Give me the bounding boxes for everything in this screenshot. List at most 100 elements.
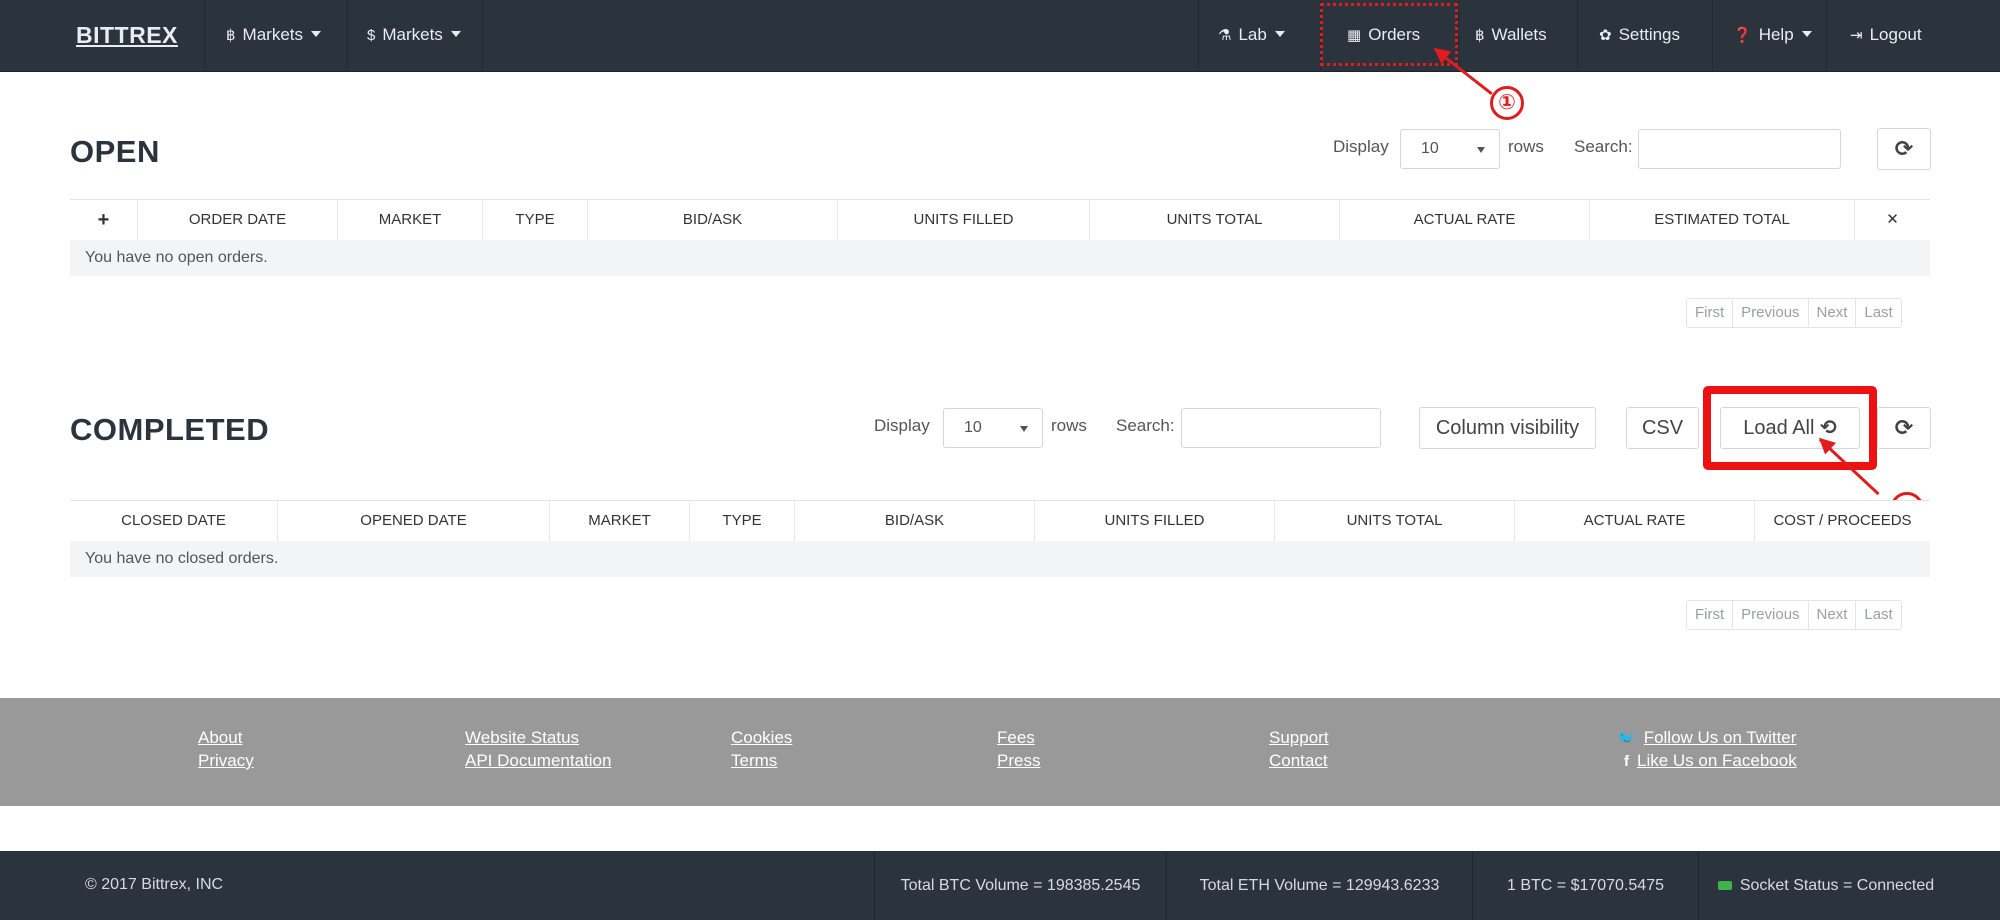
flask-icon: ⚗ bbox=[1218, 27, 1232, 44]
open-col-expand[interactable]: + bbox=[70, 200, 138, 240]
annotation-marker-1: ① bbox=[1490, 86, 1524, 120]
completed-rows-select[interactable]: 10 bbox=[943, 408, 1043, 448]
open-page-previous[interactable]: Previous bbox=[1733, 299, 1809, 327]
open-col-order-date[interactable]: ORDER DATE bbox=[138, 200, 338, 240]
completed-col-bid-ask[interactable]: BID/ASK bbox=[795, 501, 1035, 541]
nav-usd-markets[interactable]: $ Markets bbox=[367, 22, 461, 48]
completed-rows-label: rows bbox=[1051, 416, 1087, 435]
top-navbar: BITTREX ฿ Markets $ Markets ⚗ Lab ▦ Orders ฿… bbox=[0, 0, 2000, 72]
nav-usd-markets-label: Markets bbox=[382, 25, 443, 44]
csv-export-button[interactable]: CSV bbox=[1626, 407, 1699, 449]
completed-col-closed-date[interactable]: CLOSED DATE bbox=[70, 501, 278, 541]
brand-logo[interactable]: BITTREX bbox=[76, 22, 178, 49]
completed-refresh-button[interactable]: ⟳ bbox=[1877, 407, 1931, 449]
facebook-link-label: Like Us on Facebook bbox=[1637, 751, 1797, 770]
nav-lab-label: Lab bbox=[1238, 25, 1267, 44]
completed-col-units-filled[interactable]: UNITS FILLED bbox=[1035, 501, 1275, 541]
nav-help[interactable]: ❓ Help bbox=[1733, 22, 1812, 48]
footer-link-twitter[interactable]: 🐦 Follow Us on Twitter bbox=[1617, 728, 1796, 748]
footer-link-website-status[interactable]: Website Status bbox=[465, 728, 579, 748]
footer-link-support[interactable]: Support bbox=[1269, 728, 1329, 748]
nav-divider bbox=[347, 0, 348, 72]
chevron-down-icon bbox=[1274, 30, 1285, 37]
open-col-units-total[interactable]: UNITS TOTAL bbox=[1090, 200, 1340, 240]
question-circle-icon: ❓ bbox=[1733, 27, 1752, 44]
nav-btc-markets-label: Markets bbox=[242, 25, 304, 44]
completed-page-first[interactable]: First bbox=[1687, 601, 1734, 629]
footer-link-contact[interactable]: Contact bbox=[1269, 751, 1328, 771]
chevron-down-icon bbox=[311, 30, 322, 37]
nav-wallets[interactable]: ฿ Wallets bbox=[1475, 22, 1547, 48]
footer-link-api-documentation[interactable]: API Documentation bbox=[465, 751, 611, 771]
completed-col-opened-date[interactable]: OPENED DATE bbox=[278, 501, 550, 541]
completed-empty-row: You have no closed orders. bbox=[70, 541, 1930, 577]
nav-logout[interactable]: ⇥ Logout bbox=[1850, 22, 1922, 48]
open-rows-select[interactable]: 10 bbox=[1400, 129, 1500, 169]
nav-divider bbox=[1577, 0, 1578, 72]
nav-divider bbox=[1712, 0, 1713, 72]
open-col-bid-ask[interactable]: BID/ASK bbox=[588, 200, 838, 240]
status-bar: © 2017 Bittrex, INC Total BTC Volume = 1… bbox=[0, 851, 2000, 920]
open-rows-value: 10 bbox=[1421, 140, 1439, 157]
twitter-link-label: Follow Us on Twitter bbox=[1643, 728, 1797, 747]
completed-page-last[interactable]: Last bbox=[1856, 601, 1900, 629]
open-page-next[interactable]: Next bbox=[1809, 299, 1857, 327]
footer-link-cookies[interactable]: Cookies bbox=[731, 728, 792, 748]
open-col-estimated-total[interactable]: ESTIMATED TOTAL bbox=[1590, 200, 1855, 240]
completed-table-header: CLOSED DATE OPENED DATE MARKET TYPE BID/… bbox=[70, 500, 1930, 541]
nav-divider bbox=[1826, 0, 1827, 72]
dollar-icon: $ bbox=[367, 27, 376, 44]
footer-link-about[interactable]: About bbox=[198, 728, 242, 748]
open-pagination: First Previous Next Last bbox=[1686, 298, 1902, 328]
twitter-icon: 🐦 bbox=[1617, 730, 1636, 747]
completed-page-previous[interactable]: Previous bbox=[1733, 601, 1809, 629]
footer-link-terms[interactable]: Terms bbox=[731, 751, 777, 771]
completed-col-cost-proceeds[interactable]: COST / PROCEEDS bbox=[1755, 501, 1930, 541]
footer-link-press[interactable]: Press bbox=[997, 751, 1040, 771]
open-col-units-filled[interactable]: UNITS FILLED bbox=[838, 200, 1090, 240]
open-section-title: OPEN bbox=[70, 134, 160, 169]
open-col-actual-rate[interactable]: ACTUAL RATE bbox=[1340, 200, 1590, 240]
gear-icon: ✿ bbox=[1599, 27, 1612, 44]
nav-settings[interactable]: ✿ Settings bbox=[1599, 22, 1680, 48]
completed-rows-value: 10 bbox=[964, 419, 982, 436]
completed-col-market[interactable]: MARKET bbox=[550, 501, 690, 541]
nav-help-label: Help bbox=[1758, 25, 1794, 44]
nav-settings-label: Settings bbox=[1618, 25, 1681, 44]
footer-link-facebook[interactable]: f Like Us on Facebook bbox=[1624, 751, 1797, 771]
open-col-type[interactable]: TYPE bbox=[483, 200, 588, 240]
completed-col-units-total[interactable]: UNITS TOTAL bbox=[1275, 501, 1515, 541]
nav-divider bbox=[482, 0, 483, 72]
nav-btc-markets[interactable]: ฿ Markets bbox=[226, 22, 322, 48]
chevron-down-icon bbox=[450, 30, 461, 37]
socket-status-label: Socket Status = Connected bbox=[1739, 877, 1935, 894]
completed-search-input[interactable] bbox=[1181, 408, 1381, 448]
open-empty-row: You have no open orders. bbox=[70, 240, 1930, 276]
open-col-cancel[interactable]: ✕ bbox=[1855, 200, 1930, 240]
open-col-market[interactable]: MARKET bbox=[338, 200, 483, 240]
open-page-first[interactable]: First bbox=[1687, 299, 1734, 327]
open-table-header: + ORDER DATE MARKET TYPE BID/ASK UNITS F… bbox=[70, 199, 1930, 240]
completed-page-next[interactable]: Next bbox=[1809, 601, 1857, 629]
open-refresh-button[interactable]: ⟳ bbox=[1877, 128, 1931, 170]
open-page-last[interactable]: Last bbox=[1856, 299, 1900, 327]
nav-divider bbox=[1198, 0, 1199, 72]
completed-col-actual-rate[interactable]: ACTUAL RATE bbox=[1515, 501, 1755, 541]
nav-lab[interactable]: ⚗ Lab bbox=[1218, 22, 1285, 48]
footer-link-fees[interactable]: Fees bbox=[997, 728, 1035, 748]
socket-status-stat: Socket Status = Connected bbox=[1698, 851, 1953, 920]
sign-out-icon: ⇥ bbox=[1850, 27, 1863, 44]
open-search-input[interactable] bbox=[1638, 129, 1841, 169]
eth-volume-stat: Total ETH Volume = 129943.6233 bbox=[1166, 851, 1472, 920]
completed-search-label: Search: bbox=[1116, 416, 1175, 435]
chevron-down-icon bbox=[1477, 147, 1485, 153]
refresh-icon: ⟳ bbox=[1894, 136, 1914, 161]
nav-wallets-label: Wallets bbox=[1491, 25, 1547, 44]
bitcoin-icon: ฿ bbox=[226, 27, 236, 44]
footer-link-privacy[interactable]: Privacy bbox=[198, 751, 254, 771]
load-all-highlight-box bbox=[1703, 386, 1877, 470]
completed-col-type[interactable]: TYPE bbox=[690, 501, 795, 541]
completed-section-title: COMPLETED bbox=[70, 412, 270, 447]
column-visibility-button[interactable]: Column visibility bbox=[1419, 407, 1596, 449]
open-rows-label: rows bbox=[1508, 137, 1544, 156]
